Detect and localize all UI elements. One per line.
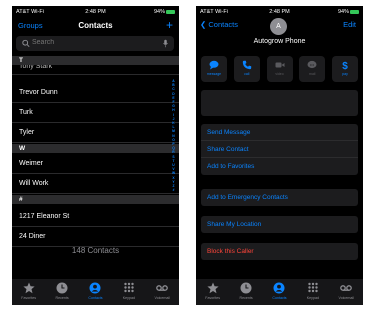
tab-label: Voicemail — [338, 296, 354, 300]
edit-button[interactable]: Edit — [343, 20, 356, 29]
tab-label: Contacts — [272, 296, 287, 300]
send-message-button[interactable]: Send Message — [201, 124, 358, 141]
battery-label: 94% — [337, 9, 349, 15]
tab-recents[interactable]: Recents — [231, 282, 261, 300]
person-circle-icon — [273, 282, 285, 294]
clock-icon — [240, 282, 252, 294]
index-letter[interactable]: # — [173, 188, 175, 192]
section-header-hash: # — [12, 195, 179, 204]
action-label: video — [275, 72, 284, 76]
tab-label: Recents — [239, 296, 253, 300]
action-label: mail — [309, 72, 316, 76]
list-item[interactable]: Trevor Dunn — [12, 83, 179, 103]
svg-text:•••: ••• — [310, 62, 315, 67]
tab-label: Favorites — [205, 296, 221, 300]
battery-label: 94% — [153, 9, 165, 15]
star-icon — [207, 282, 219, 294]
quick-actions: message call video ••• mail $ pay — [201, 56, 358, 84]
message-icon — [209, 60, 219, 70]
video-icon — [275, 62, 284, 68]
tab-keypad[interactable]: Keypad — [298, 282, 328, 300]
avatar: A — [270, 18, 287, 35]
tab-contacts[interactable]: Contacts — [264, 282, 294, 300]
phone-icon — [242, 60, 251, 70]
action-label: call — [244, 72, 250, 76]
battery-icon — [166, 9, 175, 14]
message-button[interactable]: message — [201, 56, 227, 82]
clock-icon — [56, 282, 68, 294]
list-item[interactable]: Tyler — [12, 123, 179, 143]
voicemail-icon — [156, 285, 169, 291]
svg-text:$: $ — [342, 61, 348, 70]
mail-icon: ••• — [307, 60, 317, 69]
location-card: Share My Location — [201, 216, 358, 233]
keypad-icon — [308, 282, 318, 293]
voicemail-icon — [340, 285, 353, 291]
contacts-list-screen: AT&T Wi-Fi 2:48 PM 94% Groups Contacts +… — [12, 6, 179, 305]
person-circle-icon — [89, 282, 101, 294]
tab-label: Keypad — [306, 296, 319, 300]
list-item[interactable]: Tony Stark — [12, 65, 179, 75]
list-item[interactable]: Weimer — [12, 154, 179, 174]
tab-favorites[interactable]: Favorites — [14, 282, 44, 300]
phone-info-card — [201, 90, 358, 116]
list-item[interactable]: 1217 Eleanor St — [12, 207, 179, 227]
nav-bar: Groups Contacts + — [12, 18, 179, 34]
status-bar: AT&T Wi-Fi 2:48 PM 94% — [196, 6, 363, 18]
back-button[interactable]: ❮ Contacts — [200, 20, 238, 29]
video-button[interactable]: video — [266, 56, 293, 82]
search-icon — [22, 39, 30, 48]
search-input[interactable] — [32, 39, 132, 46]
alphabet-index[interactable]: A B C D E F G H I J K L M N O P Q R S T U V W X Y Z # — [171, 79, 176, 192]
tab-voicemail[interactable]: Voicemail — [331, 282, 361, 300]
tab-label: Contacts — [88, 296, 103, 300]
microphone-icon[interactable] — [163, 39, 168, 48]
add-emergency-contact-button[interactable]: Add to Emergency Contacts — [201, 189, 358, 206]
tab-favorites[interactable]: Favorites — [198, 282, 228, 300]
tab-keypad[interactable]: Keypad — [114, 282, 144, 300]
tab-bar: Favorites Recents Contacts Keypad Voicem… — [12, 279, 179, 305]
action-label: pay — [342, 72, 348, 76]
status-bar: AT&T Wi-Fi 2:48 PM 94% — [12, 6, 179, 18]
block-caller-button[interactable]: Block this Caller — [201, 243, 358, 260]
battery-indicator: 94% — [154, 9, 175, 15]
call-button[interactable]: call — [233, 56, 260, 82]
tab-label: Favorites — [21, 296, 37, 300]
share-location-button[interactable]: Share My Location — [201, 216, 358, 233]
section-header-w: W — [12, 144, 179, 153]
list-item[interactable]: 24 Diner — [12, 227, 179, 247]
battery-indicator: 94% — [338, 9, 359, 15]
contact-detail-screen: AT&T Wi-Fi 2:48 PM 94% ❮ Contacts A Edit… — [196, 6, 363, 305]
tab-contacts[interactable]: Contacts — [80, 282, 110, 300]
tab-label: Recents — [55, 296, 69, 300]
contact-name: Autogrow Phone — [253, 38, 306, 45]
contacts-count: 148 Contacts — [71, 246, 120, 255]
tab-label: Voicemail — [154, 296, 170, 300]
pay-button[interactable]: $ pay — [332, 56, 358, 82]
tab-bar: Favorites Recents Contacts Keypad Voicem… — [196, 279, 363, 305]
add-to-favorites-button[interactable]: Add to Favorites — [201, 158, 358, 175]
action-label: message — [206, 72, 222, 76]
actions-card: Send Message Share Contact Add to Favori… — [201, 124, 358, 175]
emergency-card: Add to Emergency Contacts — [201, 189, 358, 206]
chevron-left-icon: ❮ — [200, 20, 207, 29]
star-icon — [23, 282, 35, 294]
battery-icon — [350, 9, 359, 14]
keypad-icon — [124, 282, 134, 293]
tab-voicemail[interactable]: Voicemail — [147, 282, 177, 300]
plus-icon[interactable]: + — [166, 18, 173, 32]
tab-recents[interactable]: Recents — [47, 282, 77, 300]
block-card: Block this Caller — [201, 243, 358, 260]
dollar-icon: $ — [342, 61, 348, 70]
tab-label: Keypad — [122, 296, 135, 300]
search-bar[interactable] — [16, 36, 174, 51]
list-item[interactable]: Turk — [12, 103, 179, 123]
mail-button[interactable]: ••• mail — [299, 56, 326, 82]
section-header-t: T — [12, 56, 179, 65]
page-title: Contacts — [78, 21, 113, 30]
share-contact-button[interactable]: Share Contact — [201, 141, 358, 158]
back-label: Contacts — [208, 20, 238, 29]
list-item[interactable]: Will Work — [12, 174, 179, 194]
